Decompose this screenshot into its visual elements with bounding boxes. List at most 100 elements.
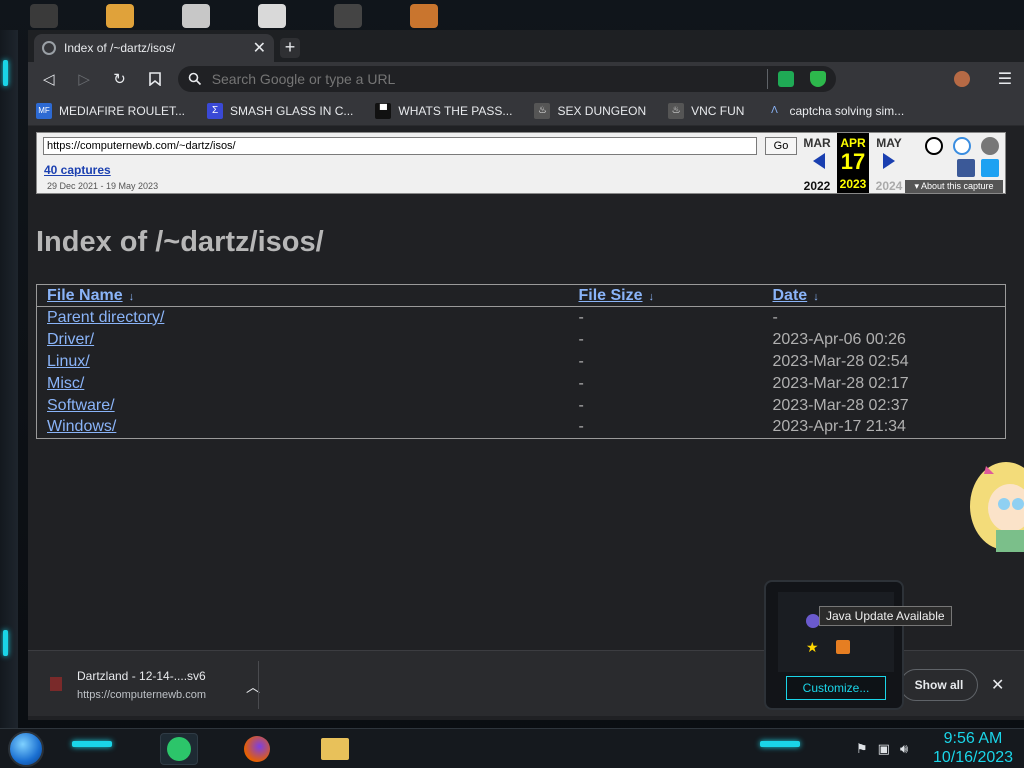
column-date[interactable]: Date ↓ xyxy=(762,284,1006,307)
file-link[interactable]: Driver/ xyxy=(47,331,94,348)
bookmark-item[interactable]: ♨ VNC FUN xyxy=(668,102,744,119)
desktop-icon-6[interactable] xyxy=(410,4,438,28)
table-row: Driver/ - 2023-Apr-06 00:26 xyxy=(37,329,1006,351)
download-item[interactable]: Dartzland - 12-14-....sv6 https://comput… xyxy=(48,665,262,705)
bookmark-button[interactable] xyxy=(146,70,163,88)
bookmark-item[interactable]: Σ SMASH GLASS IN C... xyxy=(207,102,353,119)
customize-button[interactable]: Customize... xyxy=(786,676,886,700)
twitter-icon[interactable] xyxy=(981,159,999,177)
mediafire-icon: MF xyxy=(36,102,52,119)
wayback-prev-arrow-icon[interactable] xyxy=(813,153,825,169)
desktop-frame-left xyxy=(0,30,18,730)
extension-green-icon[interactable] xyxy=(778,71,795,87)
profile-avatar[interactable] xyxy=(954,71,970,87)
reload-button[interactable]: ↻ xyxy=(111,70,128,88)
file-size: - xyxy=(578,308,584,326)
bookmark-item[interactable]: MF MEDIAFIRE ROULET... xyxy=(36,102,185,119)
tray-overflow-icons: ★ xyxy=(778,592,894,672)
browser-menu-button[interactable]: ☰ xyxy=(998,69,1012,89)
column-file-name[interactable]: File Name ↓ xyxy=(36,284,569,307)
address-bar[interactable] xyxy=(177,66,837,92)
desktop-icon-3[interactable] xyxy=(182,4,210,28)
system-tray: ⚑ ▣ 🔊︎ xyxy=(856,741,908,757)
wayback-go-button[interactable]: Go xyxy=(765,137,797,155)
facebook-icon[interactable] xyxy=(957,159,975,177)
file-date: - xyxy=(772,308,778,326)
wayback-current-year: 2023 xyxy=(839,177,867,191)
wayback-url-input[interactable] xyxy=(43,137,757,155)
table-header-row: File Name ↓ File Size ↓ Date ↓ xyxy=(36,284,1006,307)
wayback-captures-link[interactable]: 40 captures xyxy=(44,163,111,177)
file-link[interactable]: Parent directory/ xyxy=(47,309,164,326)
file-size: - xyxy=(578,418,584,436)
browser-toolbar: ◁ ▷ ↻ ☰ xyxy=(28,62,1024,96)
tray-app-icon[interactable] xyxy=(806,614,820,628)
file-link[interactable]: Software/ xyxy=(47,397,115,414)
notes-icon xyxy=(167,737,191,761)
new-tab-button[interactable]: + xyxy=(280,38,300,58)
taskbar-notes-app[interactable] xyxy=(160,733,198,765)
column-file-size[interactable]: File Size ↓ xyxy=(568,284,763,307)
wayback-toolbar: Go 40 captures 29 Dec 2021 - 19 May 2023… xyxy=(36,132,1006,194)
flag-icon[interactable]: ⚑ xyxy=(856,741,868,757)
back-button[interactable]: ◁ xyxy=(40,70,57,88)
user-icon[interactable] xyxy=(925,137,943,155)
show-all-button[interactable]: Show all xyxy=(900,669,978,701)
bookmark-item[interactable]: ▀ WHATS THE PASS... xyxy=(375,102,512,119)
wayback-prev-month[interactable]: MAR xyxy=(799,136,835,150)
java-update-icon[interactable] xyxy=(836,640,850,654)
file-date: 2023-Apr-06 00:26 xyxy=(772,330,906,348)
tab-close-icon[interactable]: ✕ xyxy=(253,38,266,58)
firefox-icon xyxy=(244,736,270,762)
tab-active[interactable]: Index of /~dartz/isos/ ✕ xyxy=(34,34,274,62)
omnibox-separator xyxy=(767,69,769,89)
steam-icon: ♨ xyxy=(534,102,551,119)
network-icon[interactable]: ▣ xyxy=(878,741,890,757)
desktop-icon-1[interactable] xyxy=(30,4,58,28)
sort-down-icon: ↓ xyxy=(128,290,135,303)
star-icon[interactable]: ★ xyxy=(806,640,820,654)
bookmark-item[interactable]: Λcaptcha solving sim... xyxy=(766,103,904,119)
taskbar-firefox[interactable] xyxy=(238,733,276,765)
file-listing-table: File Name ↓ File Size ↓ Date ↓ Parent direc… xyxy=(36,284,1006,439)
volume-icon[interactable]: 🔊︎ xyxy=(900,741,908,757)
file-link[interactable]: Linux/ xyxy=(47,353,90,370)
start-button[interactable] xyxy=(8,731,44,767)
wayback-next-month[interactable]: MAY xyxy=(871,136,907,150)
desktop-icons-row xyxy=(30,4,460,30)
file-link[interactable]: Misc/ xyxy=(47,375,84,392)
file-size: - xyxy=(578,374,584,392)
wayback-current-month: APR xyxy=(840,136,866,150)
desktop-icon-2[interactable] xyxy=(106,4,134,28)
close-icon[interactable] xyxy=(981,137,999,155)
wayback-next-arrow-icon[interactable] xyxy=(883,153,895,169)
download-separator xyxy=(258,661,259,709)
about-capture-button[interactable]: ▾ About this capture xyxy=(905,180,1003,193)
wayback-current-date: APR 17 2023 xyxy=(837,133,869,193)
wayback-prev-year[interactable]: 2022 xyxy=(799,179,835,193)
shield-icon[interactable] xyxy=(810,71,827,87)
close-download-shelf-icon[interactable]: ✕ xyxy=(991,675,1004,695)
forward-button[interactable]: ▷ xyxy=(75,70,92,88)
desktop-icon-5[interactable] xyxy=(334,4,362,28)
sort-down-icon: ↓ xyxy=(813,290,819,303)
wayback-next-year[interactable]: 2024 xyxy=(871,179,907,193)
taskbar-file-explorer[interactable] xyxy=(316,733,354,765)
address-input[interactable] xyxy=(211,71,768,87)
clock-date: 10/16/2023 xyxy=(932,749,1014,766)
search-icon xyxy=(188,72,201,86)
cartoon-mascot-image xyxy=(970,462,1024,552)
sort-down-icon: ↓ xyxy=(648,290,655,303)
taskbar-clock[interactable]: 9:56 AM 10/16/2023 xyxy=(930,729,1016,768)
folder-icon xyxy=(321,738,349,760)
file-size: - xyxy=(578,352,584,370)
java-update-tooltip: Java Update Available xyxy=(819,606,952,626)
file-icon xyxy=(50,677,62,691)
tray-overflow-popup: ★ Customize... xyxy=(764,580,904,710)
desktop-icon-4[interactable] xyxy=(258,4,286,28)
tab-title: Index of /~dartz/isos/ xyxy=(64,41,176,55)
file-link[interactable]: Windows/ xyxy=(47,418,116,435)
printer-icon: ▀ xyxy=(375,102,392,119)
help-icon[interactable] xyxy=(953,137,971,155)
bookmark-item[interactable]: ♨ SEX DUNGEON xyxy=(534,102,646,119)
